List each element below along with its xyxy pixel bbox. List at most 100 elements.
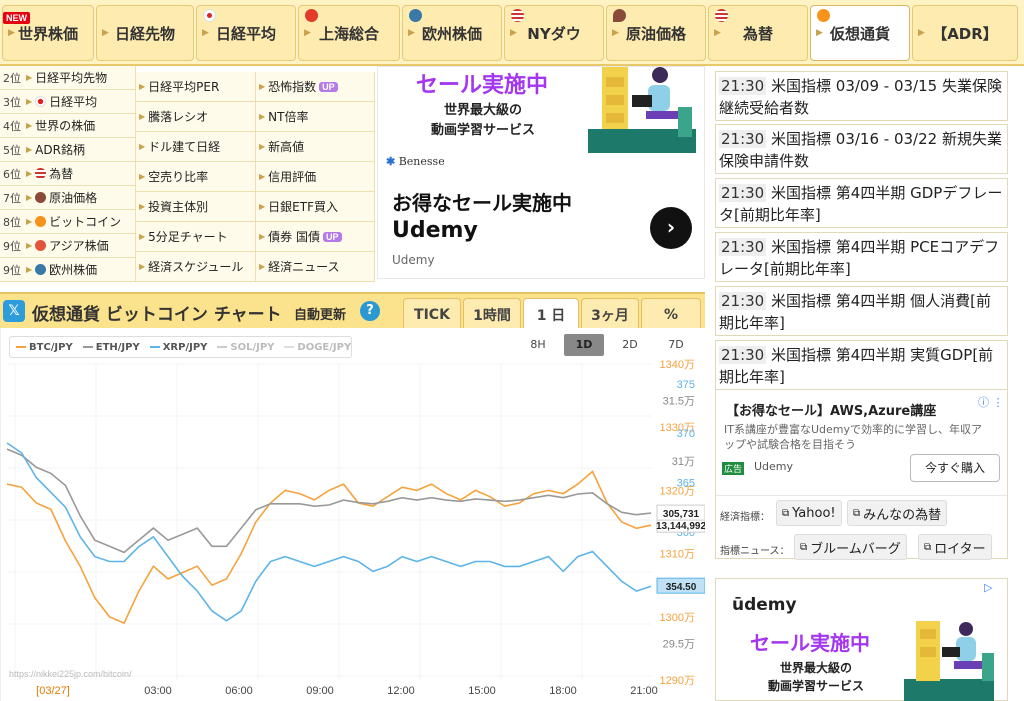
ad-info-icon[interactable]: ⓘ ⋮ (978, 394, 1004, 410)
news-item[interactable]: 21:30 米国指標 03/16 - 03/22 新規失業保険申請件数 (715, 124, 1008, 174)
news-time: 21:30 (719, 292, 767, 310)
range-2d-button[interactable]: 2D (610, 334, 650, 356)
link-item[interactable]: ▶ 経済スケジュール (136, 252, 256, 282)
link-item[interactable]: ▶ 日銀ETF買入 (256, 192, 375, 222)
link-label: ブルームバーグ (810, 541, 901, 557)
range-1d-button[interactable]: 1D (564, 334, 604, 356)
link-item[interactable]: ▶ 債券 国債 UP (256, 222, 375, 252)
nav-tab-europe-stocks[interactable]: ▶ 欧州株価 (402, 5, 502, 61)
udemy-ad-banner[interactable]: セール実施中 世界最大級の 動画学習サービス ✱ Benesse お得なセール実… (377, 66, 705, 279)
news-item[interactable]: 21:30 米国指標 第4四半期 実質GDP[前期比年率] (715, 340, 1008, 390)
auto-update-label: 自動更新 (294, 308, 347, 323)
link-label: 債券 国債 (268, 230, 320, 244)
minkabu-link[interactable]: ⧉ みんなの為替 (847, 500, 948, 526)
chevron-right-icon: ▶ (259, 112, 266, 121)
chevron-right-icon: ▶ (139, 172, 146, 181)
ad-illustration (588, 67, 696, 153)
link-label: 恐怖指数 (268, 80, 317, 94)
legend-swatch (16, 346, 26, 348)
ranking-item[interactable]: 7位 ▶ 原油価格 (0, 186, 136, 210)
chart-title: 仮想通貨 ビットコイン チャート (32, 305, 282, 325)
news-time: 21:30 (719, 238, 767, 256)
tab-3months[interactable]: 3ヶ月 (581, 298, 639, 330)
btc-axis-label: 1310万 (660, 549, 695, 561)
link-item[interactable]: ▶ 5分足チャート (136, 222, 256, 252)
europe-globe-icon (409, 9, 422, 22)
nav-tab-shanghai[interactable]: ▶ 上海総合 (298, 5, 400, 61)
buy-now-button[interactable]: 今すぐ購入 (910, 454, 1000, 482)
tab-1day[interactable]: 1 日 (523, 298, 579, 331)
eth-line (6, 448, 652, 554)
ad-choices-icon[interactable]: ▷ (984, 581, 992, 594)
nav-tab-label: 上海総合 (318, 24, 379, 43)
news-item[interactable]: 21:30 米国指標 第4四半期 GDPデフレータ[前期比年率] (715, 178, 1008, 228)
ranking-item[interactable]: 9位 ▶ 欧州株価 (0, 258, 136, 282)
tab-tick[interactable]: TICK (403, 298, 461, 330)
ranking-item[interactable]: 5位 ▶ ADR銘柄 (0, 138, 136, 162)
legend-btc[interactable]: BTC/JPY (16, 342, 73, 353)
nav-tab-forex[interactable]: ▶ 為替 (708, 5, 808, 61)
usa-flag-icon (715, 9, 728, 22)
link-item[interactable]: ▶ 日経平均PER (136, 72, 256, 102)
link-item[interactable]: ▶ 新高値 (256, 132, 375, 162)
chevron-right-icon: ▶ (304, 28, 311, 38)
nav-tab-adr[interactable]: ▶ 【ADR】 (912, 5, 1018, 61)
chevron-right-icon: ▶ (26, 217, 33, 226)
legend-label: SOL/JPY (230, 341, 275, 353)
ranking-item[interactable]: 6位 ▶ 為替 (0, 162, 136, 186)
tab-percent[interactable]: % (641, 298, 701, 330)
link-item[interactable]: ▶ 信用評価 (256, 162, 375, 192)
link-item[interactable]: ▶ 投資主体別 (136, 192, 256, 222)
nav-tab-nikkei-average[interactable]: ▶ 日経平均 (196, 5, 296, 61)
oil-drop-icon (613, 9, 626, 22)
news-item[interactable]: 21:30 米国指標 第4四半期 個人消費[前期比年率] (715, 286, 1008, 336)
link-item[interactable]: ▶ ドル建て日経 (136, 132, 256, 162)
link-item[interactable]: ▶ 恐怖指数 UP (256, 72, 375, 102)
side-ad[interactable]: ⓘ ⋮ 【お得なセール】AWS,Azure講座 IT系講座が豊富なUdemyで効… (715, 389, 1008, 560)
chevron-right-icon: ▶ (26, 169, 33, 178)
ranking-label: 欧州株価 (49, 263, 98, 277)
legend-doge[interactable]: DOGE/JPY (284, 342, 351, 353)
reuters-link[interactable]: ⧉ ロイター (918, 534, 992, 560)
chevron-right-icon: ▶ (8, 28, 15, 38)
last-value-label-eth: 305,731 (663, 509, 700, 520)
news-item[interactable]: 21:30 米国指標 第4四半期 PCEコアデフレータ[前期比年率] (715, 232, 1008, 282)
range-7d-button[interactable]: 7D (656, 334, 696, 356)
news-item[interactable]: 21:30 米国指標 03/09 - 03/15 失業保険継続受給者数 (715, 71, 1008, 121)
nav-tab-label: 原油価格 (625, 24, 686, 43)
legend-label: XRP/JPY (162, 341, 208, 353)
ranking-item[interactable]: 3位 ▶ 日経平均 (0, 90, 136, 114)
range-8h-button[interactable]: 8H (518, 334, 558, 356)
nav-tab-ny-dow[interactable]: ▶ NYダウ (504, 5, 604, 61)
yahoo-link[interactable]: ⧉ Yahoo! (776, 500, 842, 526)
ranking-item[interactable]: 4位 ▶ 世界の株価 (0, 114, 136, 138)
legend-xrp[interactable]: XRP/JPY (149, 341, 208, 353)
chevron-right-icon: › (666, 215, 676, 239)
nav-tab-label: 仮想通貨 (829, 24, 890, 43)
bottom-ad-line-2: 動画学習サービス (767, 679, 864, 693)
crypto-chart[interactable]: [03/27] 03:00 06:00 09:00 12:00 15:00 18:00 21:… (0, 328, 705, 701)
ranking-item[interactable]: 2位 ▶ 日経平均先物 (0, 66, 136, 90)
link-label: 空売り比率 (148, 170, 209, 184)
nav-tab-nikkei-futures[interactable]: ▶ 日経先物 (96, 5, 194, 61)
nav-tab-world-stocks[interactable]: NEW ▶ 世界株価 (2, 5, 94, 61)
ranking-item[interactable]: 8位 ▶ ビットコイン (0, 210, 136, 234)
legend-eth[interactable]: ETH/JPY (82, 342, 140, 353)
legend-sol[interactable]: SOL/JPY (217, 342, 274, 353)
link-item[interactable]: ▶ 経済ニュース (256, 252, 375, 282)
nav-tab-crude-oil[interactable]: ▶ 原油価格 (606, 5, 706, 61)
bloomberg-link[interactable]: ⧉ ブルームバーグ (794, 534, 907, 560)
eth-axis-label: 31.5万 (663, 395, 695, 407)
ranking-item[interactable]: 9位 ▶ アジア株価 (0, 234, 136, 258)
bottom-udemy-ad[interactable]: ▷ ūdemy セール実施中 世界最大級の 動画学習サービス (715, 578, 1008, 701)
link-item[interactable]: ▶ 騰落レシオ (136, 102, 256, 132)
ad-arrow-button[interactable]: › (650, 207, 692, 249)
chevron-right-icon: ▶ (202, 28, 209, 38)
news-time: 21:30 (719, 77, 767, 95)
help-icon[interactable]: ? (360, 301, 380, 321)
x-share-icon[interactable]: 𝕏 (3, 300, 25, 322)
link-item[interactable]: ▶ NT倍率 (256, 102, 375, 132)
tab-1hour[interactable]: 1時間 (463, 298, 521, 330)
link-item[interactable]: ▶ 空売り比率 (136, 162, 256, 192)
nav-tab-crypto[interactable]: ▶ 仮想通貨 (810, 5, 910, 61)
